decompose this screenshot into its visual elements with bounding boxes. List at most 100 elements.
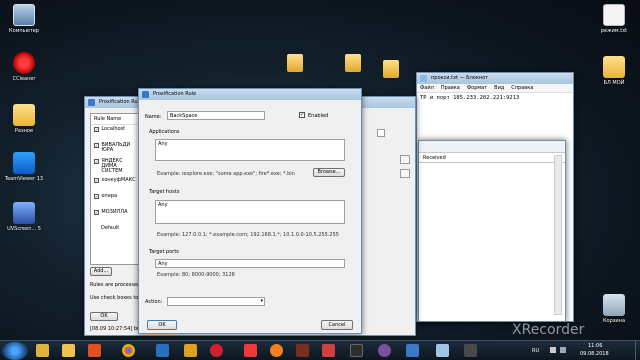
ccleaner-icon: [13, 52, 35, 74]
menu-file[interactable]: Файл: [420, 84, 434, 92]
panel-scrollbar[interactable]: [554, 155, 562, 315]
rule-name: Localhost: [101, 126, 126, 132]
notepad-menubar: Файл Правка Формат Вид Справка: [417, 84, 573, 93]
desktop-icon-uvscreen[interactable]: UVScreen... 5: [2, 202, 46, 232]
volume-icon[interactable]: [550, 347, 556, 353]
proxification-rule-dialog: Proxification Rule Name: ✓ Enabled Appli…: [138, 88, 362, 334]
taskbar-explorer-icon[interactable]: [36, 344, 49, 357]
dialog-cancel-button[interactable]: Cancel: [321, 320, 353, 330]
rule-enabled-checkbox[interactable]: ✓: [94, 194, 100, 199]
rule-row[interactable]: ✓ хонкуфМАКС: [91, 176, 139, 192]
rule-row[interactable]: ✓ МОЗИЛЛА: [91, 208, 139, 224]
proxifier-connections-panel: Received: [418, 140, 566, 322]
target-ports-input[interactable]: Any: [155, 259, 345, 268]
taskbar-vivaldi-icon[interactable]: [244, 344, 257, 357]
folder-icon[interactable]: [383, 60, 399, 78]
rule-row[interactable]: ✓ опера: [91, 192, 139, 208]
clock-date[interactable]: 09.08.2018: [580, 351, 609, 357]
language-indicator[interactable]: RU: [532, 348, 539, 354]
desktop-icon-computer[interactable]: Компьютер: [2, 4, 46, 34]
taskbar-chrome-icon[interactable]: [122, 344, 135, 357]
rule-name: опера: [101, 193, 118, 199]
move-down-button[interactable]: [400, 169, 410, 178]
target-hosts-label: Target hosts: [149, 189, 180, 195]
desktop-icon-recycle-bin[interactable]: Корзина: [592, 294, 636, 324]
rule-name: МОЗИЛЛА: [101, 209, 128, 215]
folder-icon[interactable]: [287, 54, 303, 72]
rule-name: ВИВАЛЬДИ ЮРА: [101, 142, 131, 153]
applications-input[interactable]: Any: [155, 139, 345, 161]
menu-format[interactable]: Формат: [467, 84, 487, 92]
rule-name: Default: [101, 225, 120, 231]
proxifier-icon: [142, 91, 149, 98]
taskbar-opera-icon[interactable]: [210, 344, 223, 357]
network-icon[interactable]: [560, 347, 566, 353]
taskbar-recorder-icon[interactable]: [464, 344, 477, 357]
desktop-icon-label: CCleaner: [12, 76, 36, 82]
enabled-checkbox[interactable]: ✓: [299, 112, 305, 118]
desktop-icon-razvnoe[interactable]: Разное: [2, 104, 46, 134]
taskbar-app2-icon[interactable]: [296, 344, 309, 357]
name-label: Name:: [145, 114, 162, 120]
applications-example: Example: iexplore.exe; "some app.exe"; f…: [157, 171, 295, 177]
taskbar-proxifier-icon[interactable]: [406, 344, 419, 357]
rule-name-input[interactable]: [167, 111, 265, 120]
desktop-icon-label: TeamViewer 13: [4, 176, 44, 182]
uvscreen-icon: [13, 202, 35, 224]
desktop-icon-label: Корзина: [602, 318, 626, 324]
desktop-icon-regime-txt[interactable]: режим.txt: [592, 4, 636, 34]
rules-ok-button[interactable]: OK: [90, 312, 118, 321]
taskbar-firefox-icon[interactable]: [270, 344, 283, 357]
recorder-watermark: XRecorder: [512, 322, 585, 338]
rules-status-line2: Use check boxes to e: [90, 295, 143, 301]
notepad-text-area[interactable]: TP и порт 185.233.202.221:9213: [417, 93, 573, 103]
target-ports-label: Target ports: [149, 249, 179, 255]
taskbar-app4-icon[interactable]: [350, 344, 363, 357]
taskbar-folder-icon[interactable]: [62, 344, 75, 357]
rule-enabled-checkbox[interactable]: ✓: [94, 210, 100, 215]
teamviewer-icon: [13, 152, 35, 174]
folder-icon: [13, 104, 35, 126]
folder-icon: [603, 56, 625, 78]
desktop-icon-bl-moy[interactable]: БЛ МОЙ: [592, 56, 636, 86]
menu-edit[interactable]: Правка: [441, 84, 460, 92]
rule-row[interactable]: Default: [91, 224, 139, 240]
notepad-titlebar[interactable]: прокси.txt — Блокнот: [417, 73, 573, 84]
taskbar-media-icon[interactable]: [88, 344, 101, 357]
show-desktop-button[interactable]: [635, 341, 640, 360]
taskbar-app3-icon[interactable]: [322, 344, 335, 357]
dropdown-arrow-icon[interactable]: [377, 129, 385, 137]
dialog-ok-button[interactable]: OK: [147, 320, 177, 330]
rule-enabled-checkbox[interactable]: ✓: [94, 159, 100, 164]
taskbar-notepad-icon[interactable]: [436, 344, 449, 357]
rules-column-header[interactable]: Rule Name: [91, 114, 139, 125]
rule-row[interactable]: ✓ Localhost: [91, 125, 139, 141]
menu-view[interactable]: Вид: [494, 84, 504, 92]
rule-enabled-checkbox[interactable]: ✓: [94, 143, 100, 148]
rule-row[interactable]: ✓ ЯНДЕКС ДИМА СИСТЕМ: [91, 157, 139, 176]
taskbar: RU 11:06 09.08.2018: [0, 340, 640, 360]
desktop-icon-ccleaner[interactable]: CCleaner: [2, 52, 46, 82]
browse-button[interactable]: Browse...: [313, 168, 345, 177]
taskbar-yandex-icon[interactable]: [184, 344, 197, 357]
taskbar-viber-icon[interactable]: [378, 344, 391, 357]
action-label: Action:: [145, 299, 163, 305]
move-up-button[interactable]: [400, 155, 410, 164]
column-received[interactable]: Received: [419, 153, 565, 163]
rule-row[interactable]: ✓ ВИВАЛЬДИ ЮРА: [91, 141, 139, 157]
desktop-icon-teamviewer[interactable]: TeamViewer 13: [2, 152, 46, 182]
rule-enabled-checkbox[interactable]: ✓: [94, 127, 100, 132]
target-hosts-input[interactable]: Any: [155, 200, 345, 224]
add-rule-button[interactable]: Add...: [90, 267, 112, 276]
rule-enabled-checkbox[interactable]: ✓: [94, 178, 100, 183]
folder-icon[interactable]: [345, 54, 361, 72]
panel-toolbar: [419, 141, 565, 153]
action-select[interactable]: ▾: [167, 297, 265, 306]
start-button[interactable]: [2, 342, 28, 360]
taskbar-app-icon[interactable]: [156, 344, 169, 357]
rule-name: ЯНДЕКС ДИМА СИСТЕМ: [101, 158, 123, 174]
clock-time[interactable]: 11:06: [588, 343, 602, 349]
menu-help[interactable]: Справка: [511, 84, 533, 92]
desktop-icon-label: БЛ МОЙ: [603, 80, 625, 86]
rule-dialog-titlebar[interactable]: Proxification Rule: [139, 89, 361, 100]
